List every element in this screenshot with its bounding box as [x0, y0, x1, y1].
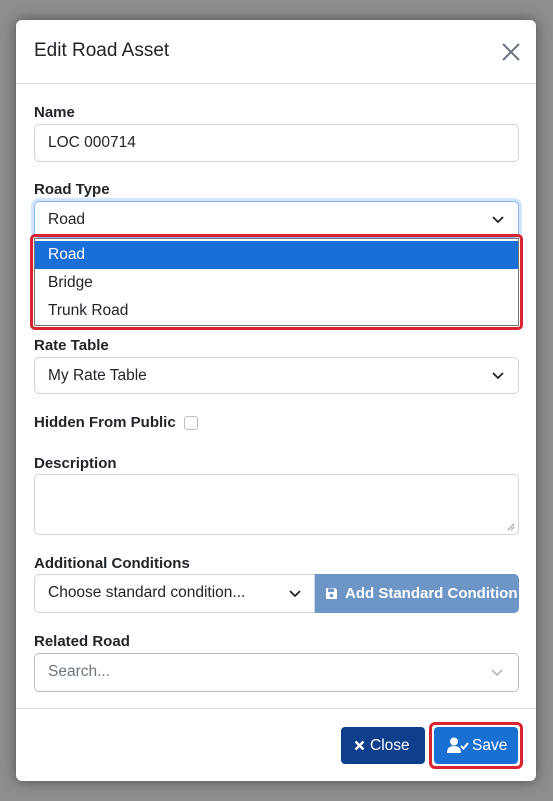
dropdown-highlight-box — [30, 234, 523, 330]
add-standard-condition-label: Add Standard Condition — [345, 585, 518, 602]
close-icon[interactable] — [500, 41, 522, 63]
related-road-placeholder: Search... — [48, 663, 111, 680]
additional-conditions-label: Additional Conditions — [34, 555, 190, 572]
modal-header: Edit Road Asset — [16, 20, 536, 84]
name-label: Name — [34, 104, 75, 121]
edit-road-asset-modal: Edit Road Asset Name LOC 000714 Road Typ… — [16, 20, 536, 781]
related-road-label: Related Road — [34, 633, 130, 650]
modal-title: Edit Road Asset — [34, 40, 170, 61]
standard-condition-select[interactable]: Choose standard condition... — [34, 574, 315, 613]
rate-table-select[interactable]: My Rate Table — [34, 357, 519, 394]
rate-table-label: Rate Table — [34, 337, 109, 354]
chevron-down-icon — [289, 590, 301, 598]
add-standard-condition-button[interactable]: Add Standard Condition — [315, 574, 519, 613]
x-icon — [354, 740, 365, 751]
related-road-search[interactable]: Search... — [34, 653, 519, 692]
chevron-down-icon — [492, 372, 504, 380]
chevron-down-icon — [491, 669, 503, 677]
close-button-label: Close — [370, 737, 410, 754]
description-textarea[interactable] — [34, 474, 519, 535]
road-type-value: Road — [48, 211, 86, 228]
road-type-label: Road Type — [34, 181, 110, 198]
name-input[interactable]: LOC 000714 — [34, 124, 519, 162]
description-label: Description — [34, 455, 117, 472]
name-value: LOC 000714 — [48, 134, 136, 151]
save-icon — [326, 588, 337, 599]
hidden-from-public-checkbox[interactable] — [184, 416, 198, 430]
rate-table-value: My Rate Table — [48, 367, 147, 384]
save-highlight-box — [429, 722, 523, 769]
standard-condition-placeholder: Choose standard condition... — [48, 584, 246, 601]
close-button[interactable]: Close — [341, 727, 425, 764]
chevron-down-icon — [492, 216, 504, 224]
road-type-select[interactable]: Road — [34, 201, 519, 238]
resize-grip-icon[interactable] — [507, 523, 515, 531]
hidden-from-public-label: Hidden From Public — [34, 414, 176, 431]
